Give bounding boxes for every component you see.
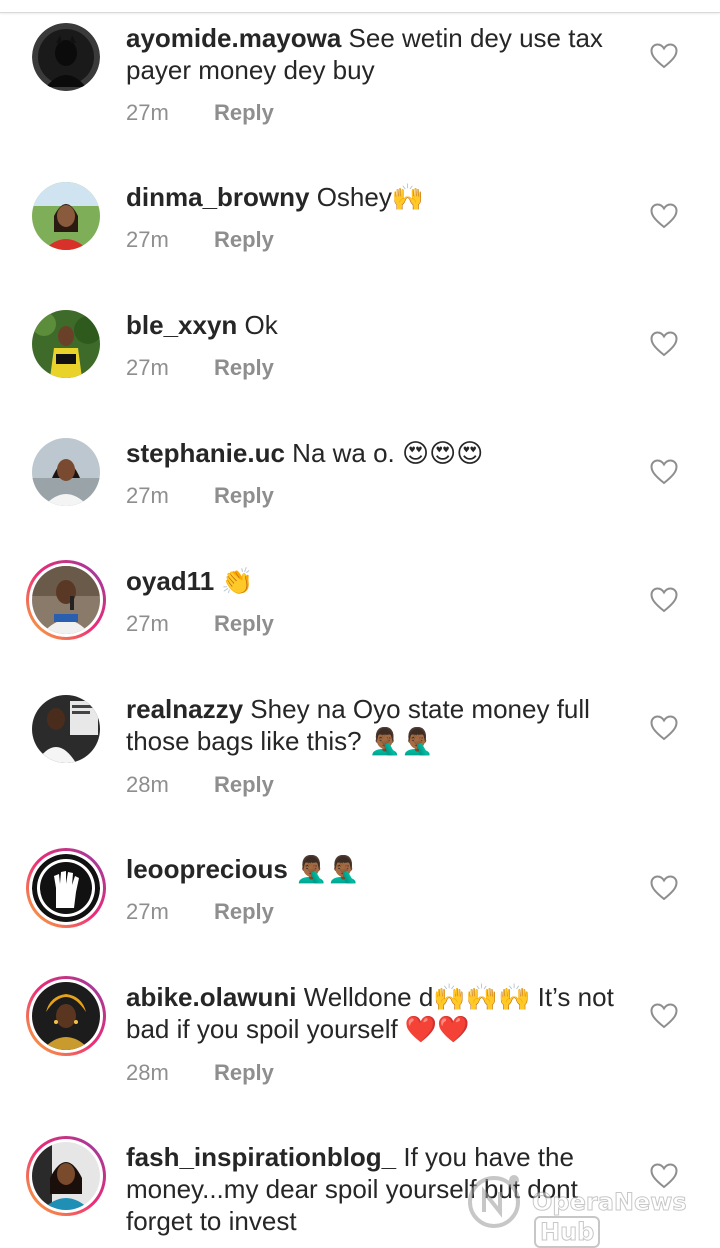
- comment-meta: 28m Reply: [126, 1060, 274, 1086]
- comment-meta: 27m Reply: [126, 611, 274, 637]
- comment-time: 27m: [126, 483, 169, 508]
- comment-username[interactable]: oyad11: [126, 566, 214, 596]
- comment-text: stephanie.uc Na wa o. 😍😍😍: [126, 437, 626, 469]
- reply-button[interactable]: Reply: [214, 1060, 274, 1085]
- watermark-brand: OperaNews: [532, 1188, 688, 1217]
- comment-username[interactable]: leooprecious: [126, 854, 288, 884]
- comment-username[interactable]: abike.olawuni: [126, 982, 297, 1012]
- avatar[interactable]: [26, 1136, 106, 1216]
- comment-meta: 27m Reply: [126, 227, 274, 253]
- comment-body: 🤦🏾‍♂️🤦🏾‍♂️: [287, 854, 360, 884]
- reply-button[interactable]: Reply: [214, 772, 274, 797]
- comment-time: 28m: [126, 1060, 169, 1085]
- comment-meta: 28m Reply: [126, 772, 274, 798]
- avatar[interactable]: [26, 689, 106, 769]
- comment-username[interactable]: dinma_browny: [126, 182, 309, 212]
- reply-button[interactable]: Reply: [214, 611, 274, 636]
- comment-meta: 27m Reply: [126, 899, 274, 925]
- comment-time: 28m: [126, 772, 169, 797]
- comment-meta: 27m Reply: [126, 483, 274, 509]
- comment-username[interactable]: fash_inspirationblog_: [126, 1142, 396, 1172]
- watermark-badge: Hub: [534, 1216, 601, 1248]
- heart-icon[interactable]: [650, 587, 678, 613]
- comment-text: oyad11 👏: [126, 565, 626, 597]
- comment-text: abike.olawuni Welldone d🙌🙌🙌 It’s not bad…: [126, 981, 626, 1045]
- avatar[interactable]: [26, 976, 106, 1056]
- comment-text: realnazzy Shey na Oyo state money full t…: [126, 693, 626, 757]
- comment-meta: 27m Reply: [126, 355, 274, 381]
- comment-text: leooprecious 🤦🏾‍♂️🤦🏾‍♂️: [126, 853, 626, 885]
- avatar[interactable]: [26, 560, 106, 640]
- avatar[interactable]: [26, 176, 106, 256]
- opera-news-logo-icon: [468, 1175, 520, 1228]
- watermark-logo: OperaNewsHub: [462, 1166, 712, 1248]
- comment-text: ayomide.mayowa See wetin dey use tax pay…: [126, 22, 626, 86]
- comment-username[interactable]: ble_xxyn: [126, 310, 237, 340]
- comment-username[interactable]: stephanie.uc: [126, 438, 285, 468]
- reply-button[interactable]: Reply: [214, 100, 274, 125]
- watermark-text: OperaNewsHub: [532, 1188, 712, 1248]
- heart-icon[interactable]: [650, 459, 678, 485]
- heart-icon[interactable]: [650, 1003, 678, 1029]
- avatar[interactable]: [26, 848, 106, 928]
- top-divider: [0, 0, 720, 13]
- comment-body: Oshey🙌: [309, 182, 425, 212]
- heart-icon[interactable]: [650, 203, 678, 229]
- comment-username[interactable]: realnazzy: [126, 694, 243, 724]
- reply-button[interactable]: Reply: [214, 227, 274, 252]
- comment-text: ble_xxyn Ok: [126, 309, 626, 341]
- avatar[interactable]: [26, 304, 106, 384]
- heart-icon[interactable]: [650, 331, 678, 357]
- reply-button[interactable]: Reply: [214, 355, 274, 380]
- heart-icon[interactable]: [650, 715, 678, 741]
- comment-body: Ok: [237, 310, 278, 340]
- comment-time: 27m: [126, 355, 169, 380]
- reply-button[interactable]: Reply: [214, 899, 274, 924]
- comment-time: 27m: [126, 100, 169, 125]
- comment-text: dinma_browny Oshey🙌: [126, 181, 626, 213]
- comment-time: 27m: [126, 227, 169, 252]
- heart-icon[interactable]: [650, 43, 678, 69]
- heart-icon[interactable]: [650, 875, 678, 901]
- comment-body: Na wa o. 😍😍😍: [284, 438, 484, 468]
- comment-meta: 27m Reply: [126, 100, 274, 126]
- comment-time: 27m: [126, 899, 169, 924]
- avatar[interactable]: [26, 432, 106, 512]
- comment-time: 27m: [126, 611, 169, 636]
- reply-button[interactable]: Reply: [214, 483, 274, 508]
- comment-body: 👏: [214, 566, 254, 596]
- avatar[interactable]: [26, 17, 106, 97]
- comment-username[interactable]: ayomide.mayowa: [126, 23, 341, 53]
